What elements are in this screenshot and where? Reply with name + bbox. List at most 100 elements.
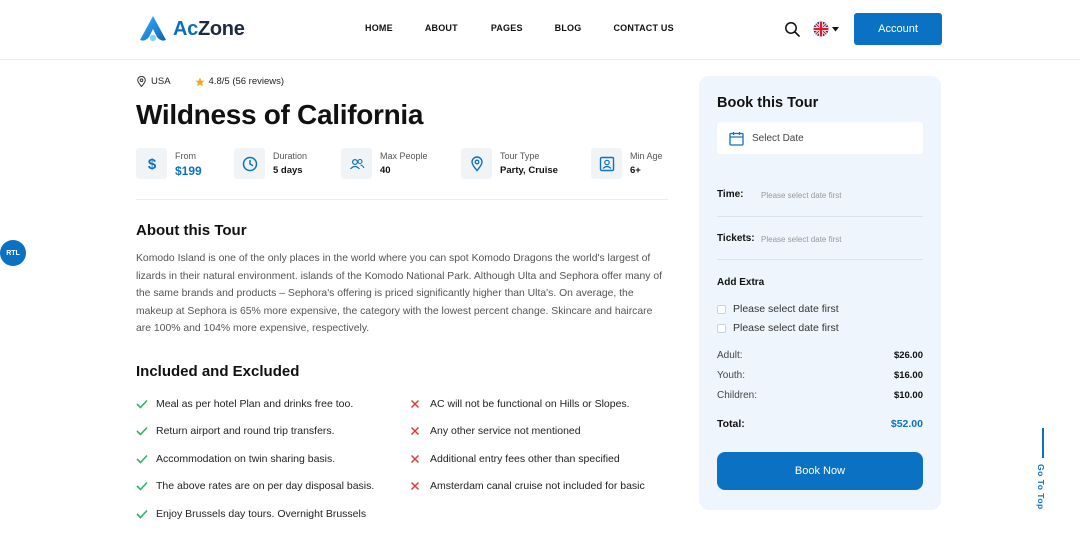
uk-flag-icon	[813, 21, 829, 37]
extra-checkbox[interactable]	[717, 323, 726, 333]
check-icon	[136, 399, 156, 409]
included-heading: Included and Excluded	[136, 363, 300, 380]
logo-icon	[140, 16, 166, 42]
time-label: Time:	[717, 189, 744, 200]
about-text: Komodo Island is one of the only places …	[136, 253, 662, 335]
check-icon	[136, 481, 156, 491]
price-youth: Youth: $16.00	[717, 370, 923, 381]
cross-icon	[410, 454, 430, 464]
tour-meta: USA 4.8/5 (56 reviews)	[137, 76, 284, 87]
check-icon	[136, 509, 156, 519]
fact-duration: Duration 5 days	[234, 148, 307, 179]
rating-text: 4.8/5 (56 reviews)	[208, 76, 285, 87]
included-item: The above rates are on per day disposal …	[136, 473, 374, 501]
star-icon	[194, 77, 205, 86]
date-placeholder: Select Date	[752, 132, 804, 144]
price-label: Children:	[717, 390, 758, 401]
time-value[interactable]: Please select date first	[761, 191, 841, 200]
nav-about[interactable]: ABOUT	[425, 23, 458, 33]
calendar-icon	[729, 131, 744, 146]
check-icon	[136, 454, 156, 464]
included-item: Return airport and round trip transfers.	[136, 418, 374, 446]
extra-option[interactable]: Please select date first	[717, 322, 839, 334]
excluded-list: AC will not be functional on Hills or Sl…	[410, 390, 645, 500]
excluded-item: Additional entry fees other than specifi…	[410, 445, 645, 473]
cross-icon	[410, 399, 430, 409]
included-list: Meal as per hotel Plan and drinks free t…	[136, 390, 374, 528]
fact-tour-type-label: Tour Type	[500, 151, 540, 161]
svg-text:$: $	[147, 156, 156, 172]
excluded-item: Amsterdam canal cruise not included for …	[410, 473, 645, 501]
location-pin-icon	[137, 76, 146, 87]
book-now-button[interactable]: Book Now	[717, 452, 923, 490]
included-item: Enjoy Brussels day tours. Overnight Brus…	[136, 500, 374, 528]
add-extra-heading: Add Extra	[717, 277, 765, 288]
fact-from-label: From	[175, 151, 196, 161]
location: USA	[137, 76, 171, 87]
fact-max-people: Max People 40	[341, 148, 428, 179]
nav-blog[interactable]: BLOG	[555, 23, 582, 33]
fact-min-age-value: 6+	[630, 165, 641, 176]
booking-card: Book this Tour Select Date Time: Please …	[699, 76, 941, 510]
extra-option-label: Please select date first	[733, 322, 839, 334]
people-icon	[341, 148, 372, 179]
fact-from-value: $199	[175, 164, 202, 178]
check-icon	[136, 426, 156, 436]
about-heading: About this Tour	[136, 222, 247, 239]
tickets-label: Tickets:	[717, 233, 755, 244]
included-item: Meal as per hotel Plan and drinks free t…	[136, 390, 374, 418]
price-label: Adult:	[717, 350, 743, 361]
included-item-text: Meal as per hotel Plan and drinks free t…	[156, 397, 354, 410]
cross-icon	[410, 426, 430, 436]
rtl-toggle-button[interactable]: RTL	[0, 240, 26, 266]
divider	[717, 259, 923, 260]
nav-home[interactable]: HOME	[365, 23, 393, 33]
caret-down-icon	[832, 26, 839, 31]
fact-max-people-label: Max People	[380, 151, 428, 161]
price-value: $16.00	[893, 370, 923, 381]
included-item: Accommodation on twin sharing basis.	[136, 445, 374, 473]
extra-option[interactable]: Please select date first	[717, 303, 839, 315]
divider	[717, 216, 923, 217]
fact-tour-type-value: Party, Cruise	[500, 165, 558, 176]
logo-text: AcZone	[173, 17, 245, 40]
nav-pages[interactable]: PAGES	[491, 23, 523, 33]
excluded-item-text: Additional entry fees other than specifi…	[430, 452, 620, 465]
go-to-top-button[interactable]: Go To Top	[1036, 428, 1050, 512]
nav-contact[interactable]: CONTACT US	[613, 23, 673, 33]
go-to-top-line	[1042, 428, 1044, 458]
booking-heading: Book this Tour	[717, 95, 819, 111]
search-icon[interactable]	[784, 21, 800, 37]
fact-min-age-label: Min Age	[630, 151, 663, 161]
tour-title: Wildness of California	[136, 99, 424, 130]
price-label: Youth:	[717, 370, 745, 381]
included-item-text: Accommodation on twin sharing basis.	[156, 452, 336, 465]
account-button[interactable]: Account	[854, 13, 942, 45]
main-nav: HOME ABOUT PAGES BLOG CONTACT US	[365, 23, 674, 33]
location-text: USA	[151, 76, 171, 87]
cross-icon	[410, 481, 430, 491]
total-row: Total: $52.00	[717, 418, 923, 430]
price-value: $26.00	[893, 350, 923, 361]
id-card-icon	[591, 148, 622, 179]
excluded-item-text: Amsterdam canal cruise not included for …	[430, 480, 645, 493]
tickets-value[interactable]: Please select date first	[761, 235, 841, 244]
fact-tour-type: Tour Type Party, Cruise	[461, 148, 558, 179]
excluded-item: Any other service not mentioned	[410, 418, 645, 446]
price-children: Children: $10.00	[717, 390, 923, 401]
extra-checkbox[interactable]	[717, 304, 726, 314]
fact-from: $ From $199	[136, 148, 202, 179]
included-item-text: The above rates are on per day disposal …	[156, 480, 375, 493]
logo[interactable]: AcZone	[137, 13, 245, 45]
clock-icon	[234, 148, 265, 179]
dollar-icon: $	[136, 148, 167, 179]
date-picker[interactable]: Select Date	[717, 122, 923, 154]
language-selector[interactable]	[813, 21, 839, 37]
price-value: $10.00	[893, 390, 923, 401]
map-pin-icon	[461, 148, 492, 179]
fact-duration-value: 5 days	[273, 165, 303, 176]
fact-max-people-value: 40	[380, 165, 391, 176]
fact-min-age: Min Age 6+	[591, 148, 663, 179]
excluded-item: AC will not be functional on Hills or Sl…	[410, 390, 645, 418]
tour-facts: $ From $199 Duration 5 days Max People 4…	[136, 148, 668, 200]
